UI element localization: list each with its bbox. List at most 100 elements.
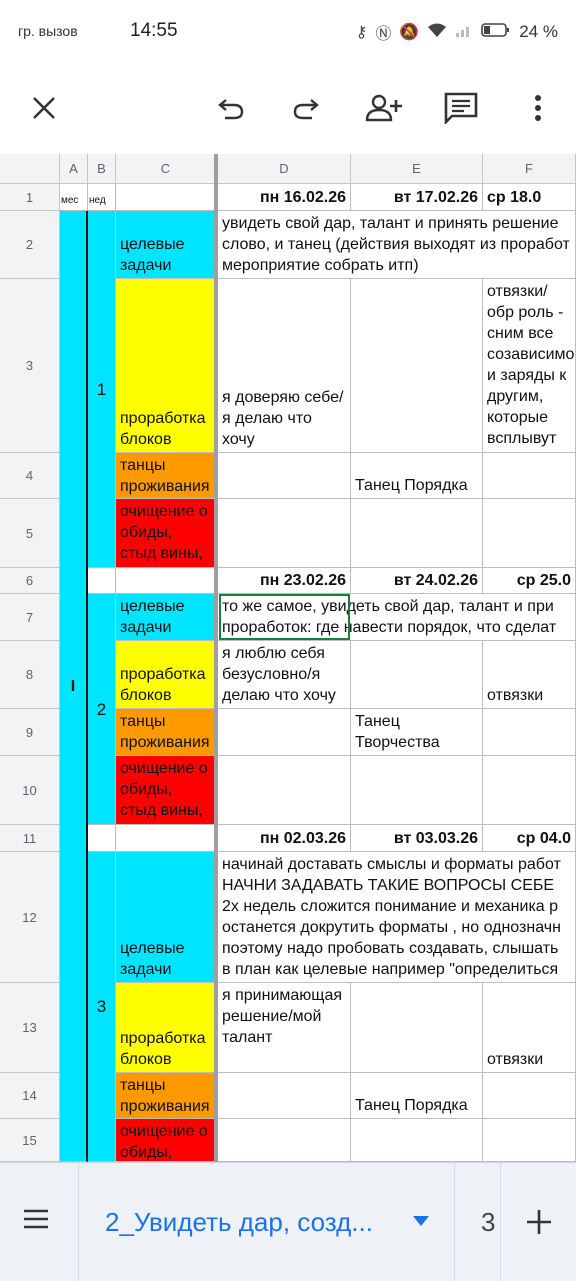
selected-cell-outline[interactable] [219, 594, 350, 640]
row-header[interactable]: 9 [0, 709, 60, 756]
wifi-icon [427, 22, 447, 43]
label-cleansing[interactable]: очищение о обиды, стыд вины, страх [116, 1119, 216, 1162]
row-header[interactable]: 13 [0, 983, 60, 1073]
cell-e14[interactable]: Танец Порядка [351, 1073, 483, 1119]
undo-icon[interactable] [207, 84, 255, 132]
label-blocks[interactable]: проработка блоков [116, 983, 216, 1073]
row-header[interactable]: 15 [0, 1119, 60, 1162]
column-header[interactable]: E [351, 154, 483, 184]
cell-c6[interactable] [116, 568, 216, 594]
cell-d3[interactable]: я доверяю себе/я делаю что хочу [218, 279, 351, 453]
row-header[interactable]: 6 [0, 568, 60, 594]
cell-f5[interactable] [483, 499, 576, 568]
month-cell[interactable]: I [60, 211, 88, 1162]
cell-e9[interactable]: Танец Творчества [351, 709, 483, 756]
label-dances[interactable]: танцы проживания [116, 1073, 216, 1119]
cell-e4[interactable]: Танец Порядка [351, 453, 483, 499]
cell-b11[interactable] [88, 825, 116, 852]
cell-d10[interactable] [218, 756, 351, 825]
comment-icon[interactable] [437, 84, 485, 132]
column-header[interactable]: D [218, 154, 351, 184]
column-header[interactable]: A [60, 154, 88, 184]
add-person-icon[interactable] [360, 84, 408, 132]
cell-d14[interactable] [218, 1073, 351, 1119]
close-icon[interactable] [20, 84, 68, 132]
cell-f8[interactable]: отвязки [483, 641, 576, 709]
more-vert-icon[interactable] [514, 84, 562, 132]
row-header[interactable]: 3 [0, 279, 60, 453]
cell-c1[interactable] [116, 184, 216, 211]
add-sheet-icon[interactable] [500, 1163, 576, 1281]
cell-b1[interactable]: нед [88, 184, 116, 211]
week-label: 2 [96, 699, 107, 719]
cell-d8[interactable]: я люблю себя безусловно/я делаю что хочу [218, 641, 351, 709]
row-header[interactable]: 1 [0, 184, 60, 211]
cell-f10[interactable] [483, 756, 576, 825]
label-blocks[interactable]: проработка блоков [116, 279, 216, 453]
row-header[interactable]: 12 [0, 852, 60, 983]
row-header[interactable]: 8 [0, 641, 60, 709]
column-header[interactable]: F [483, 154, 576, 184]
cell-e11[interactable]: вт 03.03.26 [351, 825, 483, 852]
column-header[interactable]: C [116, 154, 216, 184]
cell-d4[interactable] [218, 453, 351, 499]
cell-f1[interactable]: ср 18.0 [483, 184, 576, 211]
redo-icon[interactable] [282, 84, 330, 132]
cell-f11[interactable]: ср 04.0 [483, 825, 576, 852]
week-cell[interactable]: 1 [88, 211, 116, 568]
label-dances[interactable]: танцы проживания [116, 453, 216, 499]
label-goals[interactable]: целевые задачи [116, 852, 216, 983]
corner-cell[interactable] [0, 154, 60, 184]
label-goals[interactable]: целевые задачи [116, 211, 216, 279]
cell-f15[interactable] [483, 1119, 576, 1162]
row-header[interactable]: 2 [0, 211, 60, 279]
cell-d13[interactable]: я принимающая решение/мой талант [218, 983, 351, 1073]
cell-f9[interactable] [483, 709, 576, 756]
cell-e1[interactable]: вт 17.02.26 [351, 184, 483, 211]
cell-b6[interactable] [88, 568, 116, 594]
row-header[interactable]: 10 [0, 756, 60, 825]
sheet-list-icon[interactable] [22, 1207, 54, 1239]
cell-f6[interactable]: ср 25.0 [483, 568, 576, 594]
label-dances[interactable]: танцы проживания [116, 709, 216, 756]
cell-a1[interactable]: мес [60, 184, 88, 211]
row-header[interactable]: 7 [0, 594, 60, 641]
column-header[interactable]: B [88, 154, 116, 184]
cell-d12[interactable]: начинай доставать смыслы и форматы работ… [218, 852, 576, 983]
cell-e8[interactable] [351, 641, 483, 709]
cell-e13[interactable] [351, 983, 483, 1073]
cell-e5[interactable] [351, 499, 483, 568]
spreadsheet-grid[interactable]: A B C D E F 1 2 3 4 5 6 7 8 9 10 11 12 1… [0, 154, 576, 1162]
cell-d2[interactable]: увидеть свой дар, талант и принять решен… [218, 211, 576, 279]
cell-d11[interactable]: пн 02.03.26 [218, 825, 351, 852]
row-header[interactable]: 14 [0, 1073, 60, 1119]
row-header[interactable]: 11 [0, 825, 60, 852]
cell-f3[interactable]: отвязки/обр роль - сним все созависимо и… [483, 279, 576, 453]
label-cleansing[interactable]: очищение о обиды, стыд вины, страх [116, 756, 216, 825]
cell-c11[interactable] [116, 825, 216, 852]
cell-d15[interactable] [218, 1119, 351, 1162]
label-goals[interactable]: целевые задачи [116, 594, 216, 641]
cell-e10[interactable] [351, 756, 483, 825]
cell-e3[interactable] [351, 279, 483, 453]
clock: 14:55 [130, 20, 178, 41]
tab-dropdown-icon[interactable] [413, 1215, 429, 1233]
cell-d9[interactable] [218, 709, 351, 756]
cell-f4[interactable] [483, 453, 576, 499]
sheet-tab-active[interactable]: 2_Увидеть дар, созд... [78, 1163, 455, 1281]
cell-e15[interactable] [351, 1119, 483, 1162]
cell-f13[interactable]: отвязки [483, 983, 576, 1073]
week-cell[interactable]: 2 [88, 594, 116, 825]
cell-f14[interactable] [483, 1073, 576, 1119]
cell-d6[interactable]: пн 23.02.26 [218, 568, 351, 594]
row-header[interactable]: 5 [0, 499, 60, 568]
cell-e6[interactable]: вт 24.02.26 [351, 568, 483, 594]
key-icon: ⚷ [355, 24, 368, 41]
week-cell[interactable]: 3 [88, 852, 116, 1162]
row-header[interactable]: 4 [0, 453, 60, 499]
label-blocks[interactable]: проработка блоков [116, 641, 216, 709]
cell-d5[interactable] [218, 499, 351, 568]
cell-d1[interactable]: пн 16.02.26 [218, 184, 351, 211]
label-cleansing[interactable]: очищение о обиды, стыд вины, страх [116, 499, 216, 568]
sheet-tab[interactable]: 3 [455, 1163, 501, 1281]
